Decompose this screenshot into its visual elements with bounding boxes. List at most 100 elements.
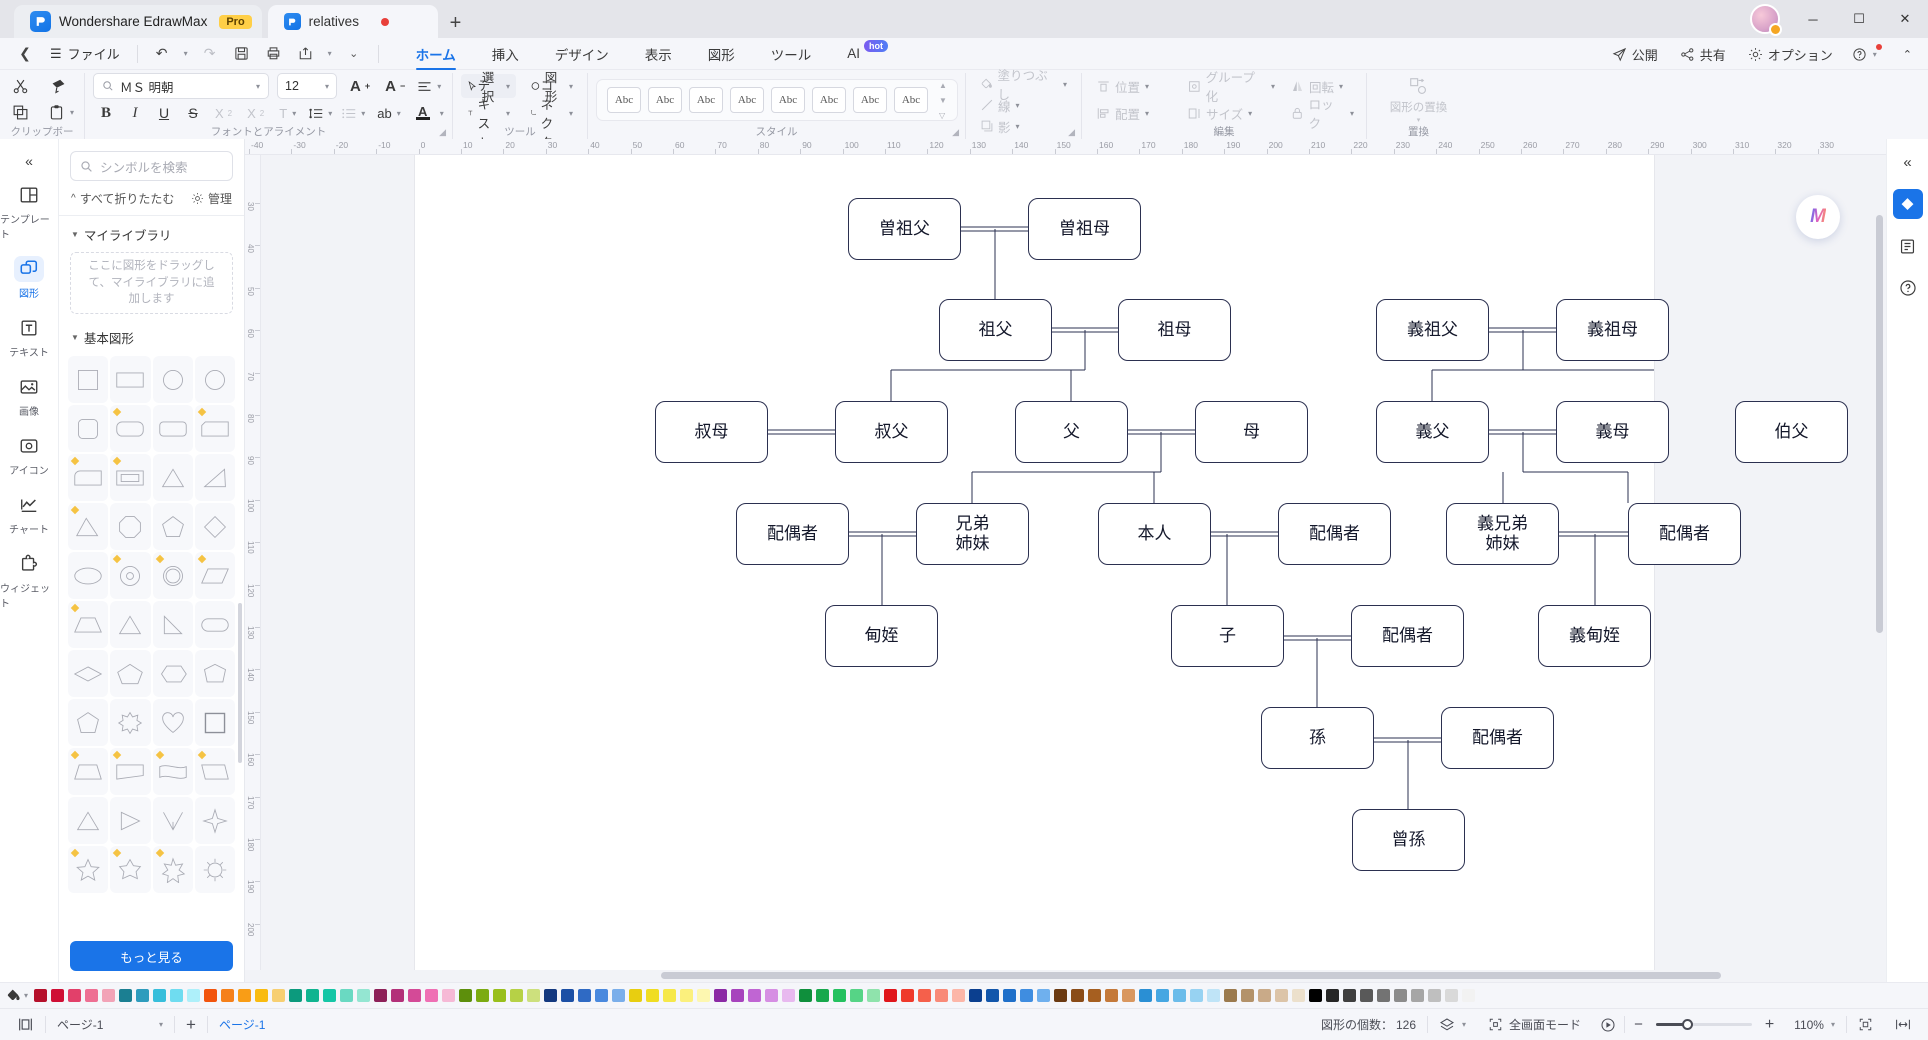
color-swatch[interactable] bbox=[680, 989, 693, 1002]
text-tool-button[interactable]: テキスト ▾ bbox=[461, 101, 516, 125]
canvas-scroll-area[interactable]: 曽祖父曽祖母祖父祖母義祖父義祖母叔母叔父父母義父義母伯父配偶者兄弟姉妹本人配偶者… bbox=[261, 155, 1886, 970]
add-page-button[interactable]: + bbox=[175, 1013, 207, 1037]
shape-flag-triangle[interactable] bbox=[110, 797, 150, 844]
shape-hexagon[interactable] bbox=[153, 650, 193, 697]
shape-right-triangle[interactable] bbox=[195, 454, 235, 501]
diagram-node[interactable]: 曽祖母 bbox=[1028, 198, 1141, 260]
color-swatch[interactable] bbox=[986, 989, 999, 1002]
font-family-select[interactable]: ＭＳ 明朝 ▾ bbox=[93, 73, 269, 99]
color-swatch[interactable] bbox=[612, 989, 625, 1002]
page-properties-button[interactable] bbox=[1893, 231, 1923, 261]
bullet-list-button[interactable]: ▾ bbox=[338, 101, 368, 125]
diagram-node[interactable]: 祖母 bbox=[1118, 299, 1231, 361]
shape-sunburst[interactable] bbox=[195, 846, 235, 893]
font-dialog-launcher-icon[interactable]: ◢ bbox=[439, 125, 446, 139]
color-swatch[interactable] bbox=[799, 989, 812, 1002]
lock-button[interactable]: ロック ▾ bbox=[1284, 101, 1360, 125]
user-avatar[interactable] bbox=[1750, 4, 1780, 34]
new-tab-button[interactable]: + bbox=[450, 12, 462, 35]
color-swatch[interactable] bbox=[646, 989, 659, 1002]
shape-ring[interactable] bbox=[153, 552, 193, 599]
zoom-slider-track[interactable] bbox=[1656, 1023, 1752, 1026]
collapse-ribbon-button[interactable]: ⌃ bbox=[1895, 41, 1920, 67]
style-swatch[interactable]: Abc bbox=[812, 87, 846, 113]
style-scroll-down-icon[interactable]: ▼ bbox=[939, 96, 947, 105]
shape-right-angle[interactable] bbox=[153, 601, 193, 648]
shape-heptagon-2[interactable] bbox=[68, 699, 108, 746]
diagram-node[interactable]: 配偶者 bbox=[736, 503, 849, 565]
color-swatch[interactable] bbox=[1377, 989, 1390, 1002]
options-button[interactable]: オプション bbox=[1739, 41, 1842, 67]
shadow-button[interactable]: 影 ▾ bbox=[974, 114, 1026, 138]
replace-shape-button[interactable]: 図形の置換 ▾ bbox=[1379, 77, 1459, 123]
shape-star-4[interactable] bbox=[195, 797, 235, 844]
shape-corner-rect[interactable] bbox=[195, 405, 235, 452]
color-swatch[interactable] bbox=[1088, 989, 1101, 1002]
color-swatch[interactable] bbox=[765, 989, 778, 1002]
back-chevron-icon[interactable]: ❮ bbox=[10, 41, 40, 67]
color-swatch[interactable] bbox=[136, 989, 149, 1002]
tab-home[interactable]: ホーム bbox=[398, 38, 474, 70]
fit-width-button[interactable] bbox=[1884, 1013, 1922, 1037]
diagram-node[interactable]: 叔母 bbox=[655, 401, 768, 463]
color-swatch[interactable] bbox=[1360, 989, 1373, 1002]
color-swatch[interactable] bbox=[952, 989, 965, 1002]
shape-heart[interactable] bbox=[153, 699, 193, 746]
color-swatch[interactable] bbox=[425, 989, 438, 1002]
manage-button[interactable]: 管理 bbox=[191, 190, 232, 207]
shape-diamond[interactable] bbox=[195, 503, 235, 550]
color-swatch[interactable] bbox=[391, 989, 404, 1002]
color-swatch[interactable] bbox=[289, 989, 302, 1002]
color-swatch[interactable] bbox=[595, 989, 608, 1002]
shape-triangle[interactable] bbox=[153, 454, 193, 501]
layers-button[interactable]: ▾ bbox=[1428, 1013, 1477, 1037]
color-swatch[interactable] bbox=[34, 989, 47, 1002]
sidebar-item-chart[interactable]: チャート bbox=[0, 484, 58, 543]
diagram-node[interactable]: 義兄弟姉妹 bbox=[1446, 503, 1559, 565]
fullscreen-mode-button[interactable]: 全画面モード bbox=[1477, 1013, 1592, 1037]
diagram-node[interactable]: 本人 bbox=[1098, 503, 1211, 565]
zoom-slider[interactable] bbox=[1652, 1013, 1756, 1037]
fill-format-panel-button[interactable] bbox=[1893, 189, 1923, 219]
diagram-node[interactable]: 祖父 bbox=[939, 299, 1052, 361]
library-drop-area[interactable]: ここに図形をドラッグして、マイライブラリに追加します bbox=[70, 252, 233, 314]
file-menu-button[interactable]: ☰ ファイル bbox=[42, 41, 128, 67]
color-swatch[interactable] bbox=[1054, 989, 1067, 1002]
color-swatch[interactable] bbox=[459, 989, 472, 1002]
shape-frame[interactable] bbox=[110, 454, 150, 501]
color-swatch[interactable] bbox=[748, 989, 761, 1002]
color-swatch[interactable] bbox=[714, 989, 727, 1002]
maximize-button[interactable]: ☐ bbox=[1836, 0, 1882, 38]
shape-slanted-rect[interactable] bbox=[110, 748, 150, 795]
color-swatch[interactable] bbox=[1326, 989, 1339, 1002]
color-swatch[interactable] bbox=[731, 989, 744, 1002]
sidebar-item-text[interactable]: テキスト bbox=[0, 307, 58, 366]
symbol-search-input[interactable]: シンボルを検索 bbox=[70, 151, 233, 181]
color-swatch[interactable] bbox=[901, 989, 914, 1002]
format-dialog-launcher-icon[interactable]: ◢ bbox=[1068, 125, 1075, 139]
color-swatch[interactable] bbox=[884, 989, 897, 1002]
color-swatch[interactable] bbox=[408, 989, 421, 1002]
connector-tool-button[interactable]: コネクタ ▾ bbox=[524, 101, 579, 125]
color-swatch[interactable] bbox=[170, 989, 183, 1002]
diagram-node[interactable]: 伯父 bbox=[1735, 401, 1848, 463]
shape-parallelogram[interactable] bbox=[195, 552, 235, 599]
sidebar-item-image[interactable]: 画像 bbox=[0, 366, 58, 425]
color-swatch[interactable] bbox=[561, 989, 574, 1002]
zoom-level-select[interactable]: 110% ▾ bbox=[1783, 1013, 1846, 1037]
shape-grid-scroller[interactable] bbox=[59, 353, 244, 933]
color-swatch[interactable] bbox=[1292, 989, 1305, 1002]
shape-square-outline[interactable] bbox=[195, 699, 235, 746]
page-view-button[interactable] bbox=[6, 1013, 45, 1037]
paste-button[interactable]: ▾ bbox=[45, 101, 77, 125]
shape-wave-rect[interactable] bbox=[153, 748, 193, 795]
shape-ellipse-circle[interactable] bbox=[195, 356, 235, 403]
subscript-button[interactable]: X2 bbox=[241, 101, 270, 125]
italic-button[interactable]: I bbox=[122, 101, 148, 125]
shape-heptagon[interactable] bbox=[195, 650, 235, 697]
shape-pill[interactable] bbox=[195, 601, 235, 648]
color-swatch[interactable] bbox=[187, 989, 200, 1002]
show-more-button[interactable]: もっと見る bbox=[70, 941, 233, 971]
diagram-node[interactable]: 配偶者 bbox=[1278, 503, 1391, 565]
diagram-node[interactable]: 母 bbox=[1195, 401, 1308, 463]
